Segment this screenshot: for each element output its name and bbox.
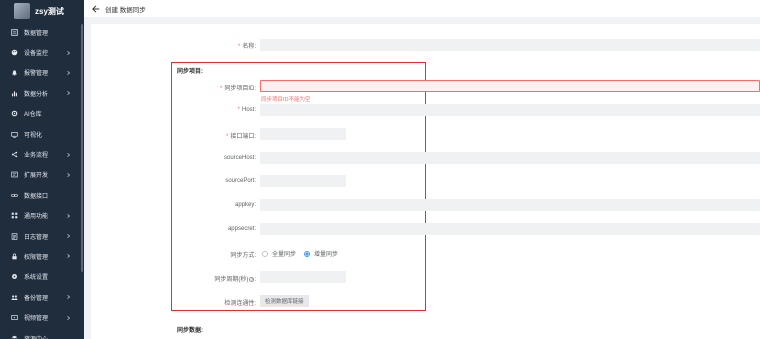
chevron-right-icon <box>66 315 71 320</box>
log-icon <box>11 232 18 240</box>
grid-icon <box>11 212 18 219</box>
chevron-right-icon <box>66 91 71 96</box>
sync-period-input[interactable] <box>260 271 346 283</box>
sidebar-item-label: 权限管理 <box>24 254 49 261</box>
sidebar-item-8[interactable]: 扩展开发 <box>0 165 84 185</box>
link-icon <box>11 192 18 199</box>
sync-project-title: 同步项目: <box>177 69 203 75</box>
appkey-label: appkey: <box>234 202 256 208</box>
host-input[interactable] <box>260 104 760 116</box>
source-port-input[interactable] <box>260 175 346 187</box>
form-card: * 名称: 同步项目: * 同步项目ID: 同步项目ID不能为空 * Host: * 接… <box>91 24 760 339</box>
sidebar-item-label: 资源中心 <box>24 334 48 339</box>
sidebar: zsy测试 数据管理设备监控报警管理数据分析 AI仓库可视化业务流程扩展开发数据接… <box>0 0 84 339</box>
project-id-label: * 同步项目ID: <box>219 86 256 92</box>
sidebar-item-11[interactable]: 日志管理 <box>0 226 84 246</box>
chevron-right-icon <box>66 295 71 300</box>
source-host-input[interactable] <box>260 152 760 164</box>
radio-selected-icon <box>304 250 311 257</box>
share-icon <box>11 151 18 158</box>
backup-icon <box>11 294 18 301</box>
sidebar-nav: 数据管理设备监控报警管理数据分析 AI仓库可视化业务流程扩展开发数据接口通用功能日… <box>0 22 84 339</box>
sidebar-item-7[interactable]: 业务流程 <box>0 144 84 164</box>
chart-icon <box>11 90 18 97</box>
sidebar-item-5[interactable]: AI仓库 <box>0 104 84 124</box>
sidebar-item-label: 业务流程 <box>24 153 49 160</box>
appsecret-input[interactable] <box>260 223 760 235</box>
name-input[interactable] <box>260 39 760 51</box>
sidebar-item-label: 扩展开发 <box>24 173 49 180</box>
sidebar-item-label: 数据接口 <box>24 193 49 200</box>
chevron-right-icon <box>66 254 71 259</box>
database-icon <box>11 28 18 36</box>
sync-mode-radio-group: 全量同步 增量同步 <box>262 249 346 258</box>
video-icon <box>11 314 18 321</box>
sidebar-item-label: 备份管理 <box>24 295 49 302</box>
dev-icon <box>11 171 18 178</box>
chevron-right-icon <box>66 172 71 177</box>
port-input[interactable] <box>260 128 346 140</box>
port-label: * 接口端口: <box>225 134 256 140</box>
screen-icon <box>11 131 18 138</box>
appsecret-label: appsecret: <box>227 226 256 232</box>
appkey-input[interactable] <box>260 199 760 211</box>
sidebar-item-9[interactable]: 数据接口 <box>0 185 84 205</box>
chevron-right-icon <box>66 213 71 218</box>
gear-icon <box>11 110 18 117</box>
resource-icon <box>11 335 18 339</box>
sidebar-item-label: 报警管理 <box>24 71 49 78</box>
lock-icon <box>11 253 18 260</box>
sidebar-item-label: 可视化 <box>24 132 43 139</box>
chevron-right-icon <box>66 70 71 76</box>
sidebar-item-label: 数据管理 <box>24 30 49 37</box>
chevron-right-icon <box>66 50 71 55</box>
sidebar-item-16[interactable]: 资源中心 <box>0 328 84 339</box>
sidebar-item-label: 日志管理 <box>24 234 49 241</box>
name-label: * 名称: <box>237 44 256 50</box>
help-icon[interactable]: ? <box>249 276 255 282</box>
sidebar-item-14[interactable]: 备份管理 <box>0 287 84 307</box>
alarm-icon <box>11 69 18 76</box>
page-header: 创建 数据同步 <box>84 0 760 17</box>
sidebar-item-label: 数据分析 <box>24 91 49 98</box>
back-arrow-icon[interactable] <box>91 4 101 14</box>
sync-period-label: 同步周期(秒)?: <box>214 276 256 283</box>
sidebar-item-2[interactable]: 设备监控 <box>0 42 84 62</box>
sync-mode-full[interactable]: 全量同步 <box>262 249 296 258</box>
sidebar-item-6[interactable]: 可视化 <box>0 124 84 144</box>
project-id-error: 同步项目ID不能为空 <box>261 97 311 103</box>
avatar[interactable] <box>14 3 30 19</box>
conn-label: 检测连通性: <box>224 301 256 307</box>
sidebar-item-label: 视频管理 <box>24 316 49 323</box>
palette-icon <box>11 49 18 56</box>
sidebar-item-15[interactable]: 视频管理 <box>0 307 84 327</box>
sidebar-item-4[interactable]: 数据分析 <box>0 83 84 103</box>
source-port-label: sourcePort: <box>225 178 256 184</box>
radio-circle-icon <box>262 250 268 257</box>
sync-mode-incremental[interactable]: 增量同步 <box>304 249 338 258</box>
brand-name: zsy测试 <box>35 6 64 16</box>
chevron-right-icon <box>66 152 71 157</box>
settings-icon <box>11 273 18 280</box>
sidebar-item-10[interactable]: 通用功能 <box>0 206 84 226</box>
sidebar-item-label: 通用功能 <box>24 214 49 221</box>
brand: zsy测试 <box>0 0 84 22</box>
chevron-right-icon <box>66 234 71 239</box>
project-id-input[interactable] <box>260 80 760 92</box>
check-connection-button[interactable]: 检测数据库链接 <box>260 295 309 307</box>
sync-data-title: 同步数据: <box>177 328 203 334</box>
sidebar-scrollbar[interactable] <box>81 24 83 272</box>
sidebar-item-1[interactable]: 数据管理 <box>0 22 84 42</box>
sidebar-item-label: 系统设置 <box>24 275 49 282</box>
sidebar-item-3[interactable]: 报警管理 <box>0 63 84 83</box>
main-content: * 名称: 同步项目: * 同步项目ID: 同步项目ID不能为空 * Host: * 接… <box>84 17 760 339</box>
sidebar-item-label: 设备监控 <box>24 51 49 58</box>
sync-mode-label: 同步方式: <box>230 253 256 259</box>
host-label: * Host: <box>237 107 256 113</box>
source-host-label: sourceHost: <box>223 155 256 161</box>
sidebar-item-13[interactable]: 系统设置 <box>0 267 84 287</box>
page-title: 创建 数据同步 <box>105 6 146 14</box>
sidebar-item-label: AI仓库 <box>24 112 42 119</box>
sidebar-item-12[interactable]: 权限管理 <box>0 246 84 266</box>
